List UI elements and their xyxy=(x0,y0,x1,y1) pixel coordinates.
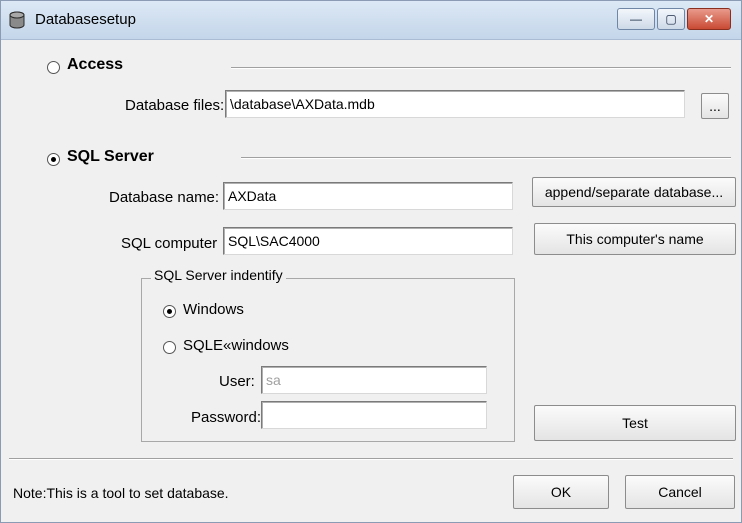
user-input[interactable]: sa xyxy=(261,366,487,394)
access-radio[interactable] xyxy=(47,61,60,74)
footer-divider xyxy=(9,458,733,460)
window-title: Databasesetup xyxy=(35,11,136,28)
access-divider xyxy=(231,67,731,69)
password-input[interactable] xyxy=(261,401,487,429)
sql-auth-label: SQLE«windows xyxy=(183,337,289,354)
minimize-button[interactable]: — xyxy=(617,8,655,30)
close-icon: ✕ xyxy=(703,12,715,26)
close-button[interactable]: ✕ xyxy=(687,8,731,30)
cancel-button[interactable]: Cancel xyxy=(625,475,735,509)
database-files-input[interactable]: \database\AXData.mdb xyxy=(225,90,685,118)
sql-computer-label: SQL computer xyxy=(121,235,218,252)
password-label: Password: xyxy=(191,409,262,426)
database-icon xyxy=(9,11,25,29)
database-setup-window: Databasesetup — ▢ ✕ Access Database file… xyxy=(0,0,742,523)
browse-button[interactable]: ... xyxy=(701,93,729,119)
sql-server-identify-legend: SQL Server indentify xyxy=(151,267,286,283)
sql-server-divider xyxy=(241,157,731,159)
access-label: Access xyxy=(67,56,124,73)
windows-auth-radio[interactable] xyxy=(163,305,176,318)
sql-server-radio[interactable] xyxy=(47,153,60,166)
append-separate-database-button[interactable]: append/separate database... xyxy=(532,177,736,207)
user-label: User: xyxy=(219,373,255,390)
ok-button[interactable]: OK xyxy=(513,475,609,509)
sql-server-label: SQL Server xyxy=(67,148,154,165)
database-files-label: Database files: xyxy=(125,97,225,114)
this-computer-name-button[interactable]: This computer's name xyxy=(534,223,736,255)
maximize-button[interactable]: ▢ xyxy=(657,8,685,30)
title-bar: Databasesetup — ▢ ✕ xyxy=(1,1,741,40)
sql-auth-radio[interactable] xyxy=(163,341,176,354)
sql-computer-input[interactable]: SQL\SAC4000 xyxy=(223,227,513,255)
database-name-input[interactable]: AXData xyxy=(223,182,513,210)
note-text: Note:This is a tool to set database. xyxy=(13,485,229,501)
database-name-label: Database name: xyxy=(109,189,220,206)
maximize-icon: ▢ xyxy=(665,12,677,26)
test-button[interactable]: Test xyxy=(534,405,736,441)
minimize-icon: — xyxy=(630,12,642,26)
windows-auth-label: Windows xyxy=(183,301,244,318)
